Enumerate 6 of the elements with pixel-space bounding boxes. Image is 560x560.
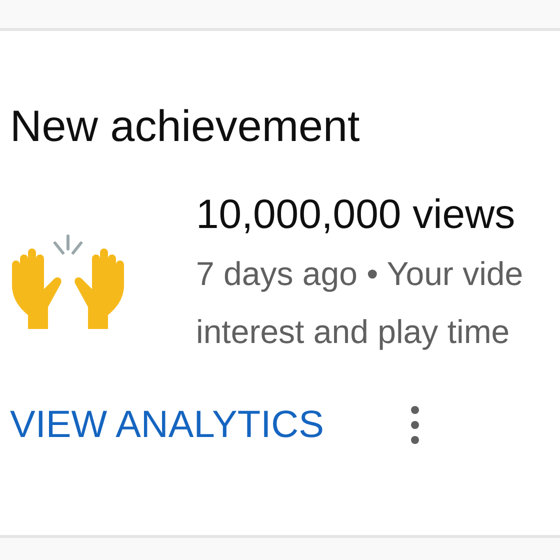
more-options-icon[interactable] xyxy=(410,405,420,445)
achievement-detail: interest and play time xyxy=(196,312,511,352)
view-analytics-button[interactable]: VIEW ANALYTICS xyxy=(10,401,324,449)
achievement-meta: 7 days ago • Your vide xyxy=(196,254,524,294)
achievement-headline: 10,000,000 views xyxy=(196,190,516,239)
card-title: New achievement xyxy=(10,101,360,153)
